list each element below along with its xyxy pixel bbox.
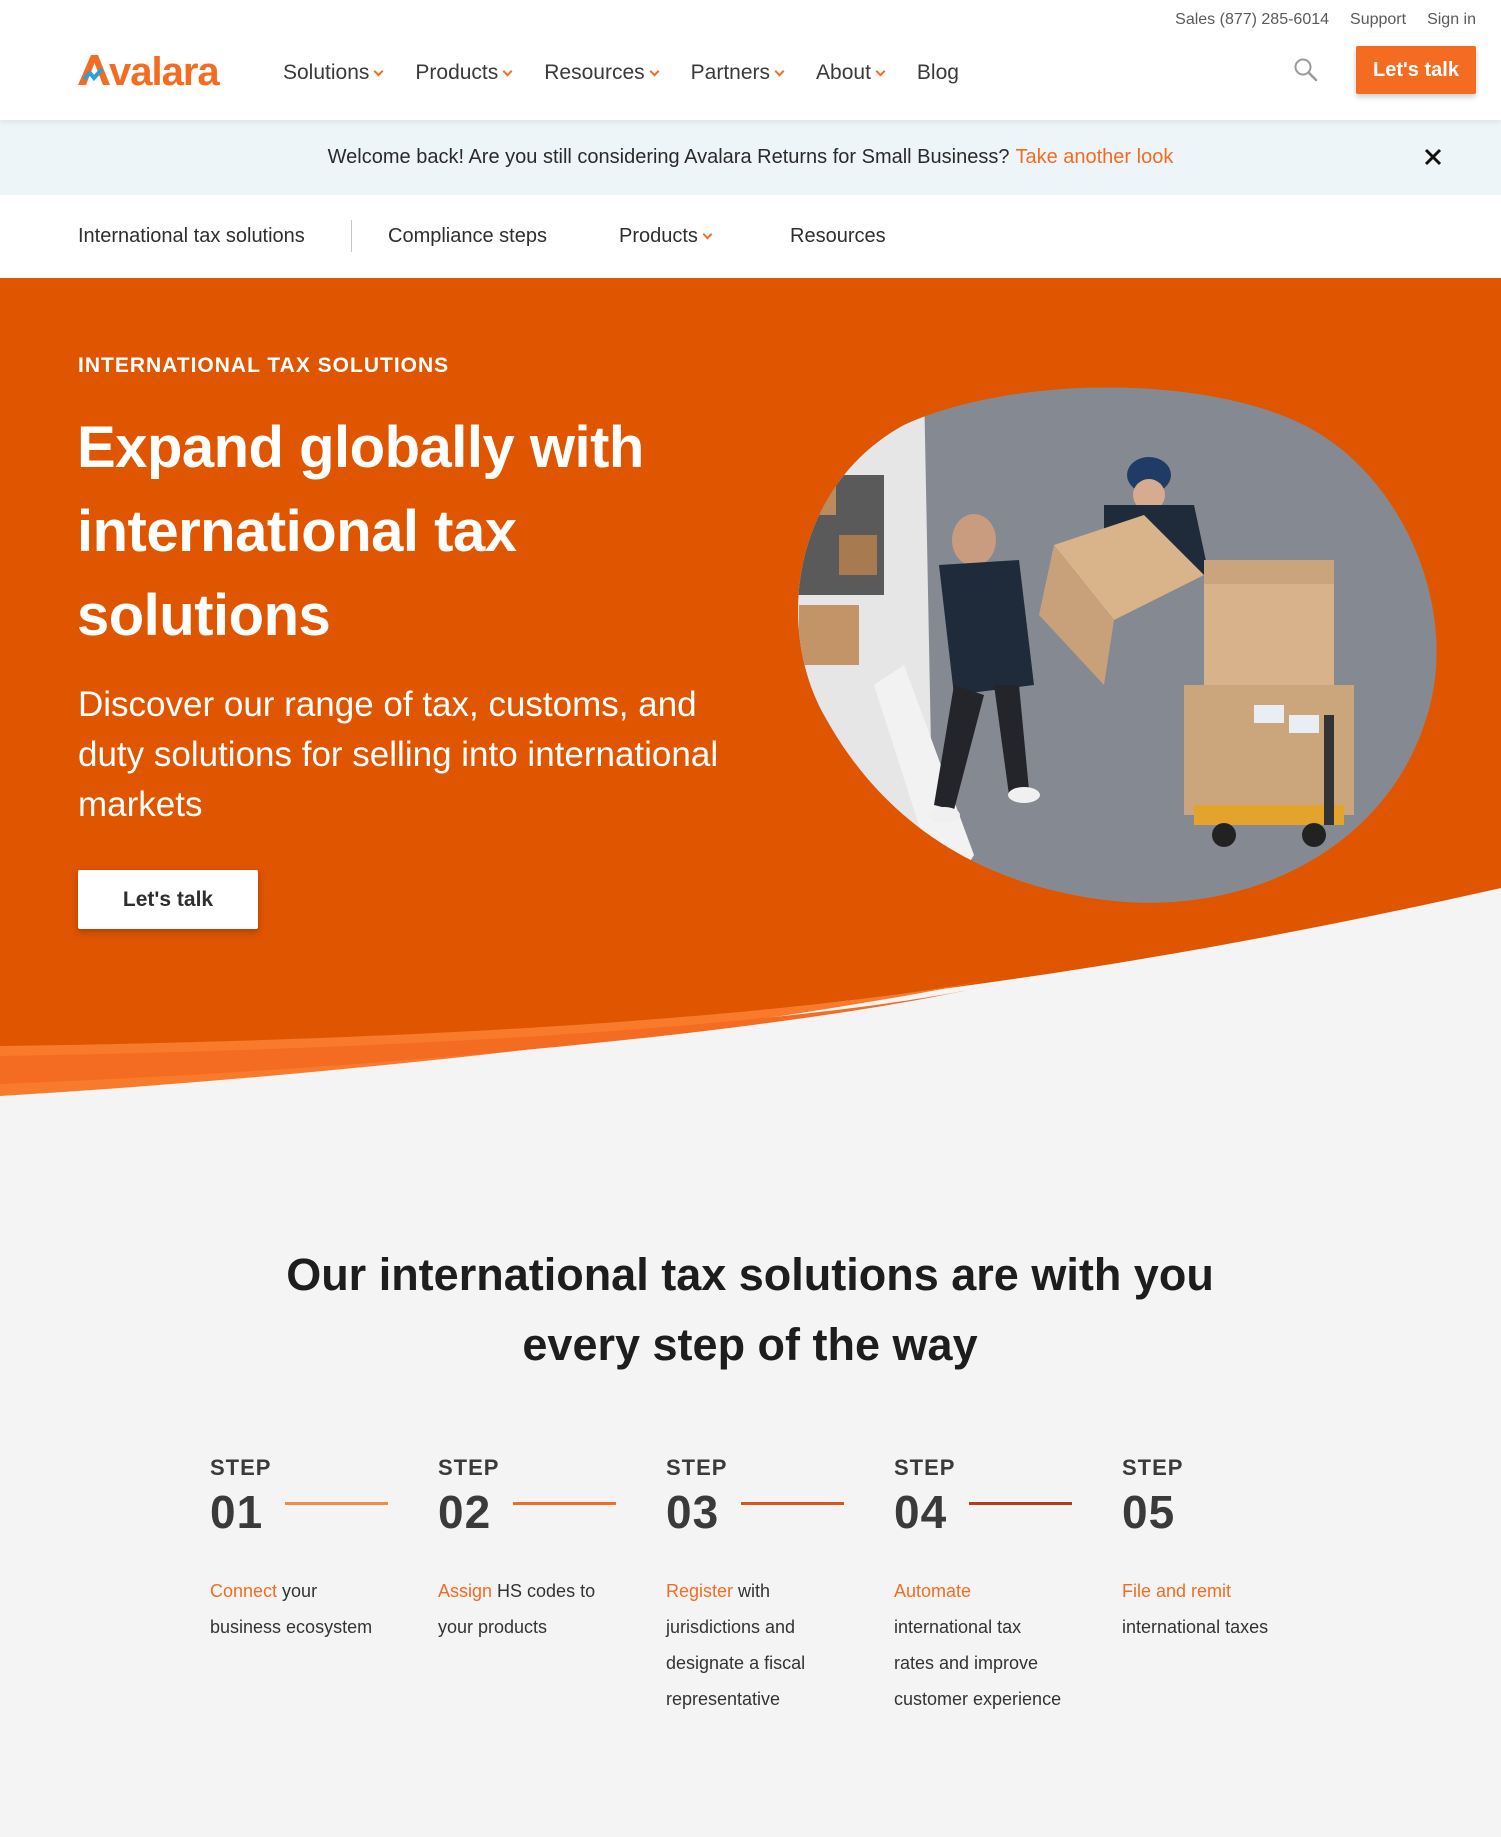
nav-resources-label: Resources [544, 61, 645, 84]
subnav-label: Products [619, 225, 698, 247]
lets-talk-hero-button[interactable]: Let's talk [78, 870, 258, 929]
step-link[interactable]: Assign [438, 1581, 492, 1601]
hero-eyebrow: INTERNATIONAL TAX SOLUTIONS [78, 354, 450, 377]
step-label: STEP [438, 1455, 500, 1480]
nav-partners[interactable]: Partners [690, 61, 785, 85]
nav-partners-label: Partners [690, 61, 771, 84]
step-link[interactable]: Connect [210, 1581, 277, 1601]
step-bar [285, 1502, 388, 1505]
site-header: Sales (877) 285-6014 Support Sign in val… [0, 0, 1501, 120]
step-label: STEP [1122, 1455, 1184, 1480]
support-link[interactable]: Support [1350, 11, 1406, 29]
step-bar [741, 1502, 844, 1505]
main-nav: Solutions Products Resources Partners Ab… [283, 61, 992, 85]
chevron-down-icon [875, 66, 886, 76]
subnav-label: Resources [790, 225, 886, 247]
subnav-products[interactable]: Products [619, 225, 713, 248]
hero-title: Expand globally with international tax s… [77, 415, 644, 648]
nav-about-label: About [816, 61, 871, 84]
search-icon[interactable] [1293, 57, 1319, 83]
sales-phone-link[interactable]: Sales (877) 285-6014 [1175, 11, 1329, 29]
chevron-down-icon [774, 66, 785, 76]
nav-products[interactable]: Products [415, 61, 513, 85]
step-text: international taxes [1122, 1617, 1269, 1637]
step-label: STEP [210, 1455, 272, 1480]
avalara-logo-mark: valara [78, 50, 221, 94]
step-number: 02 [438, 1486, 492, 1538]
step-link[interactable]: Automate [894, 1581, 971, 1601]
avalara-logo[interactable]: valara [76, 49, 236, 98]
welcome-banner: Welcome back! Are you still considering … [0, 120, 1501, 195]
sign-in-link[interactable]: Sign in [1427, 11, 1476, 29]
close-icon[interactable] [1422, 146, 1444, 168]
svg-text:valara: valara [109, 50, 220, 91]
nav-solutions[interactable]: Solutions [283, 61, 384, 85]
step-text: international tax rates and improve cust… [894, 1617, 1062, 1709]
step-description: File and remit international taxes [1122, 1573, 1292, 1645]
lets-talk-header-button[interactable]: Let's talk [1356, 46, 1476, 94]
nav-blog-label: Blog [916, 61, 959, 84]
step-bar [513, 1502, 616, 1505]
step-number: 04 [894, 1486, 948, 1538]
step-description: Automate international tax rates and imp… [894, 1573, 1064, 1717]
step-number: 03 [666, 1486, 720, 1538]
subnav-divider [351, 220, 352, 252]
step-number: 01 [210, 1486, 264, 1538]
step-link[interactable]: Register [666, 1581, 733, 1601]
chevron-down-icon [373, 66, 384, 76]
step-number: 05 [1122, 1486, 1176, 1538]
step-description: Connect your business ecosystem [210, 1573, 380, 1645]
utility-nav: Sales (877) 285-6014 Support Sign in [1175, 11, 1476, 29]
chevron-down-icon [649, 66, 660, 76]
subnav-label: Compliance steps [388, 225, 547, 247]
nav-blog[interactable]: Blog [917, 61, 959, 85]
section-subnav: International tax solutions Compliance s… [0, 195, 1501, 278]
step-label: STEP [666, 1455, 728, 1480]
hero-photo [798, 387, 1437, 903]
hero-subtitle: Discover our range of tax, customs, and … [78, 685, 719, 824]
steps-section-title: Our international tax solutions are with… [286, 1249, 1214, 1370]
step-link[interactable]: File and remit [1122, 1581, 1231, 1601]
step-description: Assign HS codes to your products [438, 1573, 608, 1645]
step-item: STEP 01 Connect your business ecosystem [210, 1455, 420, 1645]
subnav-label: International tax solutions [78, 225, 305, 247]
chevron-down-icon [702, 229, 713, 240]
nav-solutions-label: Solutions [283, 61, 370, 84]
step-description: Register with jurisdictions and designat… [666, 1573, 836, 1717]
step-item: STEP 03 Register with jurisdictions and … [666, 1455, 876, 1717]
step-label: STEP [894, 1455, 956, 1480]
step-item: STEP 05 File and remit international tax… [1122, 1455, 1332, 1645]
step-bar [969, 1502, 1072, 1505]
nav-resources[interactable]: Resources [544, 61, 660, 85]
subnav-resources[interactable]: Resources [790, 225, 886, 248]
subnav-international-tax-solutions[interactable]: International tax solutions [78, 225, 305, 248]
banner-link[interactable]: Take another look [1015, 146, 1173, 169]
subnav-compliance-steps[interactable]: Compliance steps [388, 225, 547, 248]
nav-products-label: Products [415, 61, 499, 84]
banner-text: Welcome back! Are you still considering … [327, 146, 1010, 168]
step-item: STEP 02 Assign HS codes to your products [438, 1455, 648, 1645]
nav-about[interactable]: About [816, 61, 886, 85]
chevron-down-icon [502, 66, 513, 76]
step-item: STEP 04 Automate international tax rates… [894, 1455, 1104, 1717]
